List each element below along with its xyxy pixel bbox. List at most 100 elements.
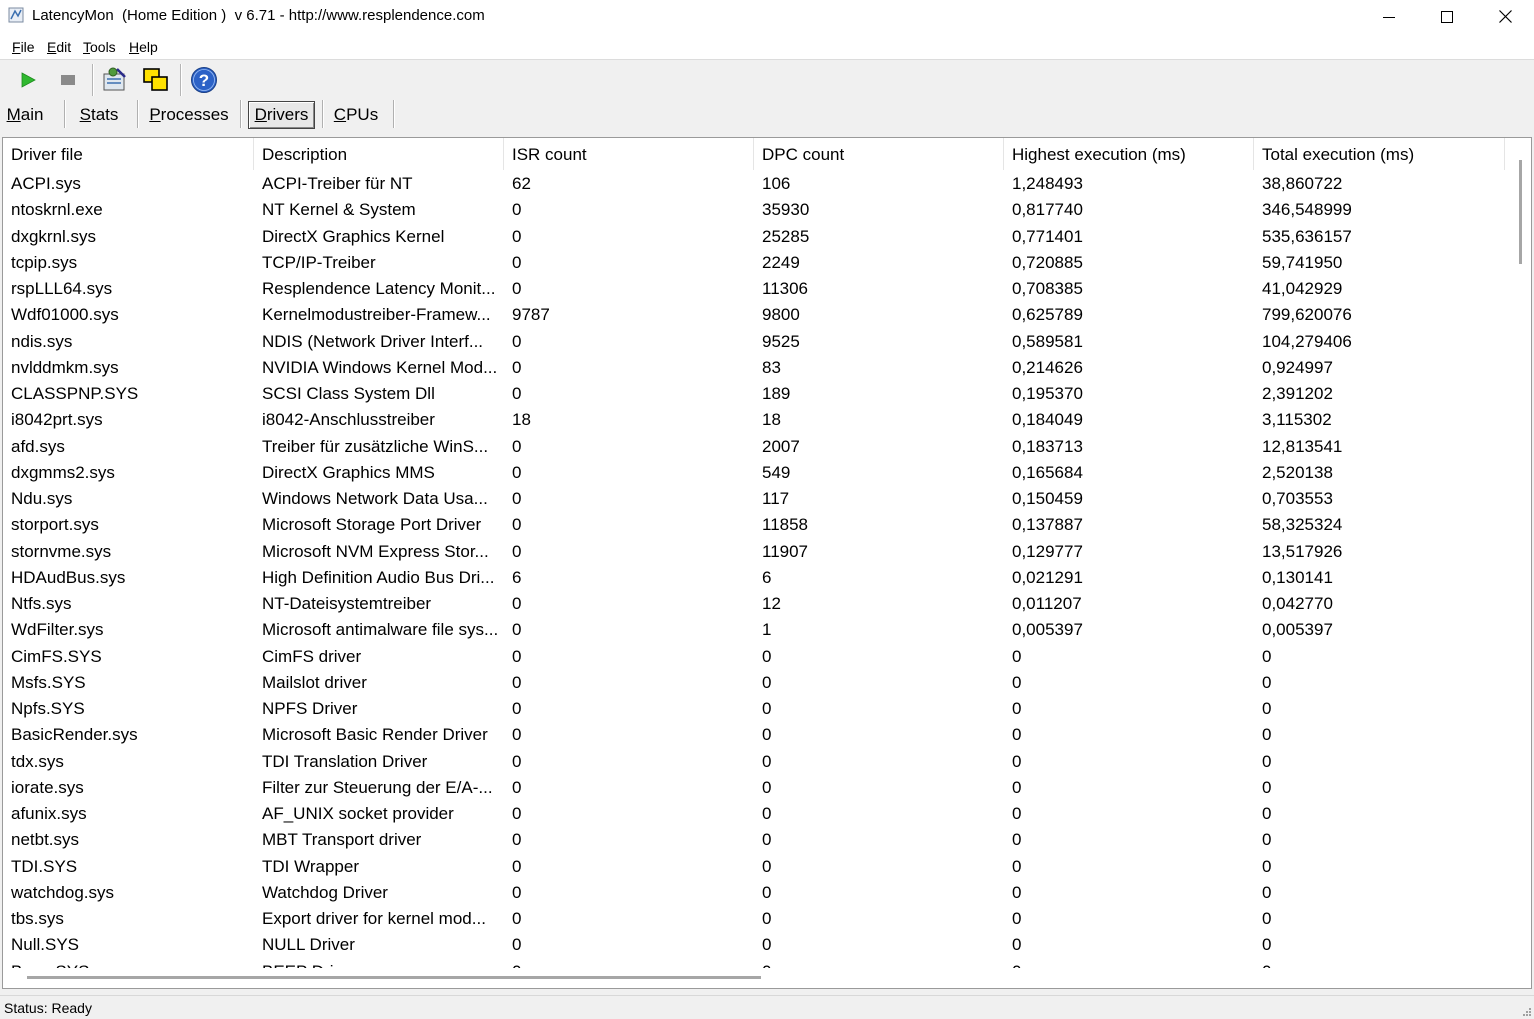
cell-dpc-count: 9800	[762, 305, 800, 325]
column-header-highest-execution[interactable]: Highest execution (ms)	[1004, 138, 1254, 170]
table-row[interactable]: HDAudBus.sys High Definition Audio Bus Dr…	[3, 565, 1513, 591]
help-button[interactable]: ?	[188, 64, 220, 96]
cell-highest-execution: 0,214626	[1012, 357, 1083, 377]
tab-separator	[137, 100, 139, 128]
cell-driver-file: stornvme.sys	[11, 541, 112, 561]
table-row[interactable]: ntoskrnl.exe NT Kernel & System 0 35930 0,81…	[3, 197, 1513, 223]
cell-driver-file: tbs.sys	[11, 909, 64, 928]
start-monitor-button[interactable]	[12, 64, 44, 96]
table-row[interactable]: WdFilter.sys Microsoft antimalware file s…	[3, 617, 1513, 643]
cell-dpc-count: 549	[762, 462, 791, 482]
cell-dpc-count: 0	[762, 646, 772, 666]
minimize-button[interactable]	[1360, 0, 1418, 33]
menu-file[interactable]: File	[12, 39, 35, 55]
table-row[interactable]: i8042prt.sys i8042-Anschlusstreiber 18 18 0,…	[3, 407, 1513, 433]
cell-description: CimFS driver	[262, 646, 362, 666]
table-row[interactable]: Npfs.SYS NPFS Driver 0 0 0 0	[3, 696, 1513, 722]
horizontal-scrollbar[interactable]	[3, 968, 1513, 988]
resize-grip-icon[interactable]	[1520, 1005, 1532, 1017]
cell-driver-file: Ntfs.sys	[11, 594, 72, 613]
cell-isr-count: 0	[512, 252, 522, 272]
cell-dpc-count: 0	[762, 699, 772, 718]
table-row[interactable]: tdx.sys TDI Translation Driver 0 0 0 0	[3, 749, 1513, 775]
table-row[interactable]: ACPI.sys ACPI-Treiber für NT 62 106 1,248493…	[3, 171, 1513, 197]
cell-isr-count: 0	[512, 331, 522, 351]
vertical-scrollbar[interactable]	[1511, 138, 1531, 968]
horizontal-scrollbar-thumb[interactable]	[27, 976, 761, 979]
vertical-scrollbar-thumb[interactable]	[1519, 160, 1522, 264]
cell-driver-file: Null.SYS	[11, 935, 80, 955]
cell-driver-file: dxgmms2.sys	[11, 462, 115, 482]
cell-isr-count: 0	[512, 830, 522, 850]
cell-highest-execution: 0	[1012, 856, 1022, 876]
drivers-list[interactable]: Driver file Description ISR count DPC co…	[2, 137, 1532, 989]
cell-description: Microsoft antimalware file sys...	[262, 620, 499, 640]
table-row[interactable]: dxgkrnl.sys DirectX Graphics Kernel 0 25285…	[3, 224, 1513, 250]
table-row[interactable]: stornvme.sys Microsoft NVM Express Stor..…	[3, 539, 1513, 565]
menu-help[interactable]: Help	[129, 39, 158, 55]
tab-drivers[interactable]: Drivers	[248, 101, 315, 129]
close-button[interactable]	[1476, 0, 1534, 33]
table-row[interactable]: CimFS.SYS CimFS driver 0 0 0 0	[3, 644, 1513, 670]
table-row[interactable]: ndis.sys NDIS (Network Driver Interf... 0 9…	[3, 329, 1513, 355]
table-row[interactable]: watchdog.sys Watchdog Driver 0 0 0 0	[3, 880, 1513, 906]
table-row[interactable]: Ntfs.sys NT-Dateisystemtreiber 0 12 0,011207…	[3, 591, 1513, 617]
column-header-description[interactable]: Description	[254, 138, 504, 170]
stop-monitor-button[interactable]	[52, 64, 84, 96]
cell-description: Watchdog Driver	[262, 882, 388, 902]
table-row[interactable]: CLASSPNP.SYS SCSI Class System Dll 0 189 0,1…	[3, 381, 1513, 407]
table-row[interactable]: Null.SYS NULL Driver 0 0 0 0	[3, 932, 1513, 958]
table-row[interactable]: afunix.sys AF_UNIX socket provider 0 0 0 0	[3, 801, 1513, 827]
cell-total-execution: 38,860722	[1262, 174, 1343, 193]
table-row[interactable]: netbt.sys MBT Transport driver 0 0 0 0	[3, 827, 1513, 853]
cell-isr-count: 0	[512, 515, 522, 535]
table-row[interactable]: tbs.sys Export driver for kernel mod... 0 0…	[3, 906, 1513, 932]
cell-driver-file: watchdog.sys	[11, 882, 114, 902]
cell-isr-count: 0	[512, 699, 522, 718]
tab-processes[interactable]: Processes	[146, 101, 232, 129]
table-row[interactable]: BasicRender.sys Microsoft Basic Render Dr…	[3, 722, 1513, 748]
cell-driver-file: Beep.SYS	[3, 959, 254, 969]
column-header-isr-count[interactable]: ISR count	[504, 138, 754, 170]
column-header-total-execution[interactable]: Total execution (ms)	[1254, 138, 1505, 170]
toolbar-separator	[92, 64, 94, 96]
cell-description: NT-Dateisystemtreiber	[262, 594, 432, 613]
table-row[interactable]: Ndu.sys Windows Network Data Usa... 0 117 0,…	[3, 486, 1513, 512]
cell-driver-file: storport.sys	[11, 515, 99, 535]
table-row[interactable]: Beep.SYSBEEP Driver0000	[3, 959, 1513, 969]
windows-button[interactable]	[140, 64, 172, 96]
table-row[interactable]: Wdf01000.sys Kernelmodustreiber-Framew...…	[3, 302, 1513, 328]
table-row[interactable]: storport.sys Microsoft Storage Port Drive…	[3, 512, 1513, 538]
table-row[interactable]: afd.sys Treiber für zusätzliche WinS... 0 2…	[3, 434, 1513, 460]
tab-cpus[interactable]: C PUs	[330, 101, 382, 129]
column-header-driver-file[interactable]: Driver file	[3, 138, 254, 170]
table-row[interactable]: TDI.SYS TDI Wrapper 0 0 0 0	[3, 854, 1513, 880]
tab-separator	[240, 100, 242, 128]
report-button[interactable]	[99, 64, 131, 96]
cell-driver-file: Npfs.SYS	[11, 699, 85, 718]
cell-highest-execution: 0	[1012, 909, 1022, 928]
column-header-dpc-count[interactable]: DPC count	[754, 138, 1004, 170]
cell-total-execution: 2,391202	[1262, 384, 1333, 403]
tab-stats[interactable]: Stats	[74, 101, 124, 129]
cell-description: NPFS Driver	[262, 699, 358, 718]
toolbar: ?	[0, 60, 1534, 100]
table-row[interactable]: iorate.sys Filter zur Steuerung der E/A-.…	[3, 775, 1513, 801]
cell-highest-execution: 0,184049	[1012, 410, 1083, 430]
cell-driver-file: ndis.sys	[11, 331, 73, 351]
cell-dpc-count: 0	[762, 909, 772, 928]
maximize-button[interactable]	[1418, 0, 1476, 33]
menu-tools[interactable]: Tools	[83, 39, 116, 55]
table-row[interactable]: tcpip.sys TCP/IP-Treiber 0 2249 0,720885 59,7…	[3, 250, 1513, 276]
cell-total-execution: 59,741950	[1262, 252, 1343, 272]
table-row[interactable]: dxgmms2.sys DirectX Graphics MMS 0 549 0,165…	[3, 460, 1513, 486]
table-row[interactable]: rspLLL64.sys Resplendence Latency Monit..…	[3, 276, 1513, 302]
cell-highest-execution: 0,720885	[1012, 252, 1083, 272]
cell-dpc-count: 0	[762, 751, 772, 771]
cell-description: Microsoft NVM Express Stor...	[262, 541, 489, 561]
table-row[interactable]: nvlddmkm.sys NVIDIA Windows Kernel Mod...…	[3, 355, 1513, 381]
play-icon	[21, 72, 36, 88]
tab-main[interactable]: Main	[2, 101, 48, 129]
table-row[interactable]: Msfs.SYS Mailslot driver 0 0 0 0	[3, 670, 1513, 696]
menu-edit[interactable]: Edit	[47, 39, 71, 55]
